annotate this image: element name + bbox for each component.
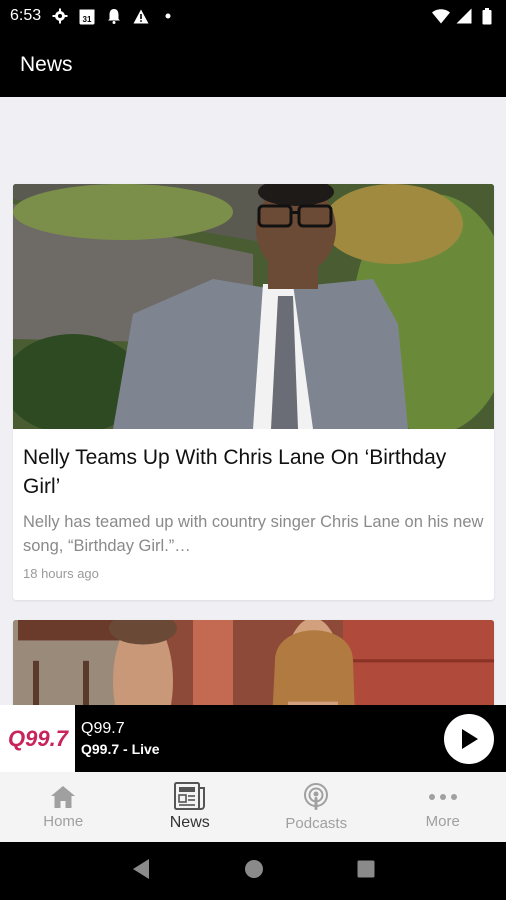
player-info[interactable]: Q99.7 Q99.7 - Live bbox=[81, 719, 160, 759]
warning-icon bbox=[132, 7, 150, 25]
wifi-icon bbox=[432, 7, 450, 25]
dot-icon bbox=[159, 7, 177, 25]
app-bar: News bbox=[0, 32, 506, 97]
home-icon bbox=[51, 785, 76, 808]
battery-icon bbox=[478, 7, 496, 25]
player-station-name: Q99.7 bbox=[81, 719, 125, 737]
article-excerpt: Nelly has teamed up with country singer … bbox=[23, 513, 484, 555]
play-button[interactable] bbox=[444, 713, 494, 764]
bottom-navigation: Home News Podcasts More bbox=[0, 772, 506, 842]
article-timestamp: 18 hours ago bbox=[23, 566, 99, 581]
status-bar: 6:53 31 bbox=[0, 0, 506, 32]
gear-icon bbox=[51, 7, 69, 25]
home-circle-icon[interactable] bbox=[244, 859, 264, 884]
player-subtitle: Q99.7 - Live bbox=[81, 740, 160, 757]
nav-label-home: Home bbox=[43, 812, 84, 830]
status-system-icons bbox=[432, 7, 496, 25]
news-icon bbox=[173, 782, 205, 810]
system-navigation-bar bbox=[0, 842, 506, 900]
page-title: News bbox=[20, 52, 73, 76]
station-logo: Q99.7 bbox=[0, 705, 75, 772]
station-logo-text: Q99.7 bbox=[8, 726, 70, 751]
podcast-icon bbox=[304, 782, 329, 810]
nav-label-news: News bbox=[169, 814, 210, 831]
mini-player[interactable]: Q99.7 Q99.7 Q99.7 - Live bbox=[0, 705, 506, 772]
back-icon[interactable] bbox=[131, 858, 151, 885]
article-image bbox=[13, 620, 494, 705]
news-card[interactable] bbox=[13, 620, 494, 705]
article-image bbox=[13, 184, 494, 429]
calendar-icon: 31 bbox=[78, 7, 96, 25]
news-card[interactable]: Nelly Teams Up With Chris Lane On ‘Birth… bbox=[13, 184, 494, 600]
nav-item-more[interactable]: More bbox=[380, 772, 506, 842]
signal-icon bbox=[455, 7, 473, 25]
calendar-day: 31 bbox=[83, 15, 92, 24]
nav-label-podcasts: Podcasts bbox=[285, 814, 348, 832]
article-title[interactable]: Nelly Teams Up With Chris Lane On ‘Birth… bbox=[23, 443, 484, 501]
status-notification-icons: 31 bbox=[51, 7, 177, 25]
more-icon bbox=[428, 793, 457, 800]
nav-item-podcasts[interactable]: Podcasts bbox=[253, 772, 380, 842]
bell-icon bbox=[105, 7, 123, 25]
play-icon bbox=[462, 728, 478, 749]
nav-item-home[interactable]: Home bbox=[0, 772, 127, 842]
news-feed[interactable]: Nelly Teams Up With Chris Lane On ‘Birth… bbox=[0, 97, 506, 705]
recents-icon[interactable] bbox=[357, 860, 375, 883]
nav-label-more: More bbox=[425, 812, 460, 830]
nav-item-news[interactable]: News bbox=[127, 772, 254, 842]
status-time: 6:53 bbox=[10, 7, 42, 24]
